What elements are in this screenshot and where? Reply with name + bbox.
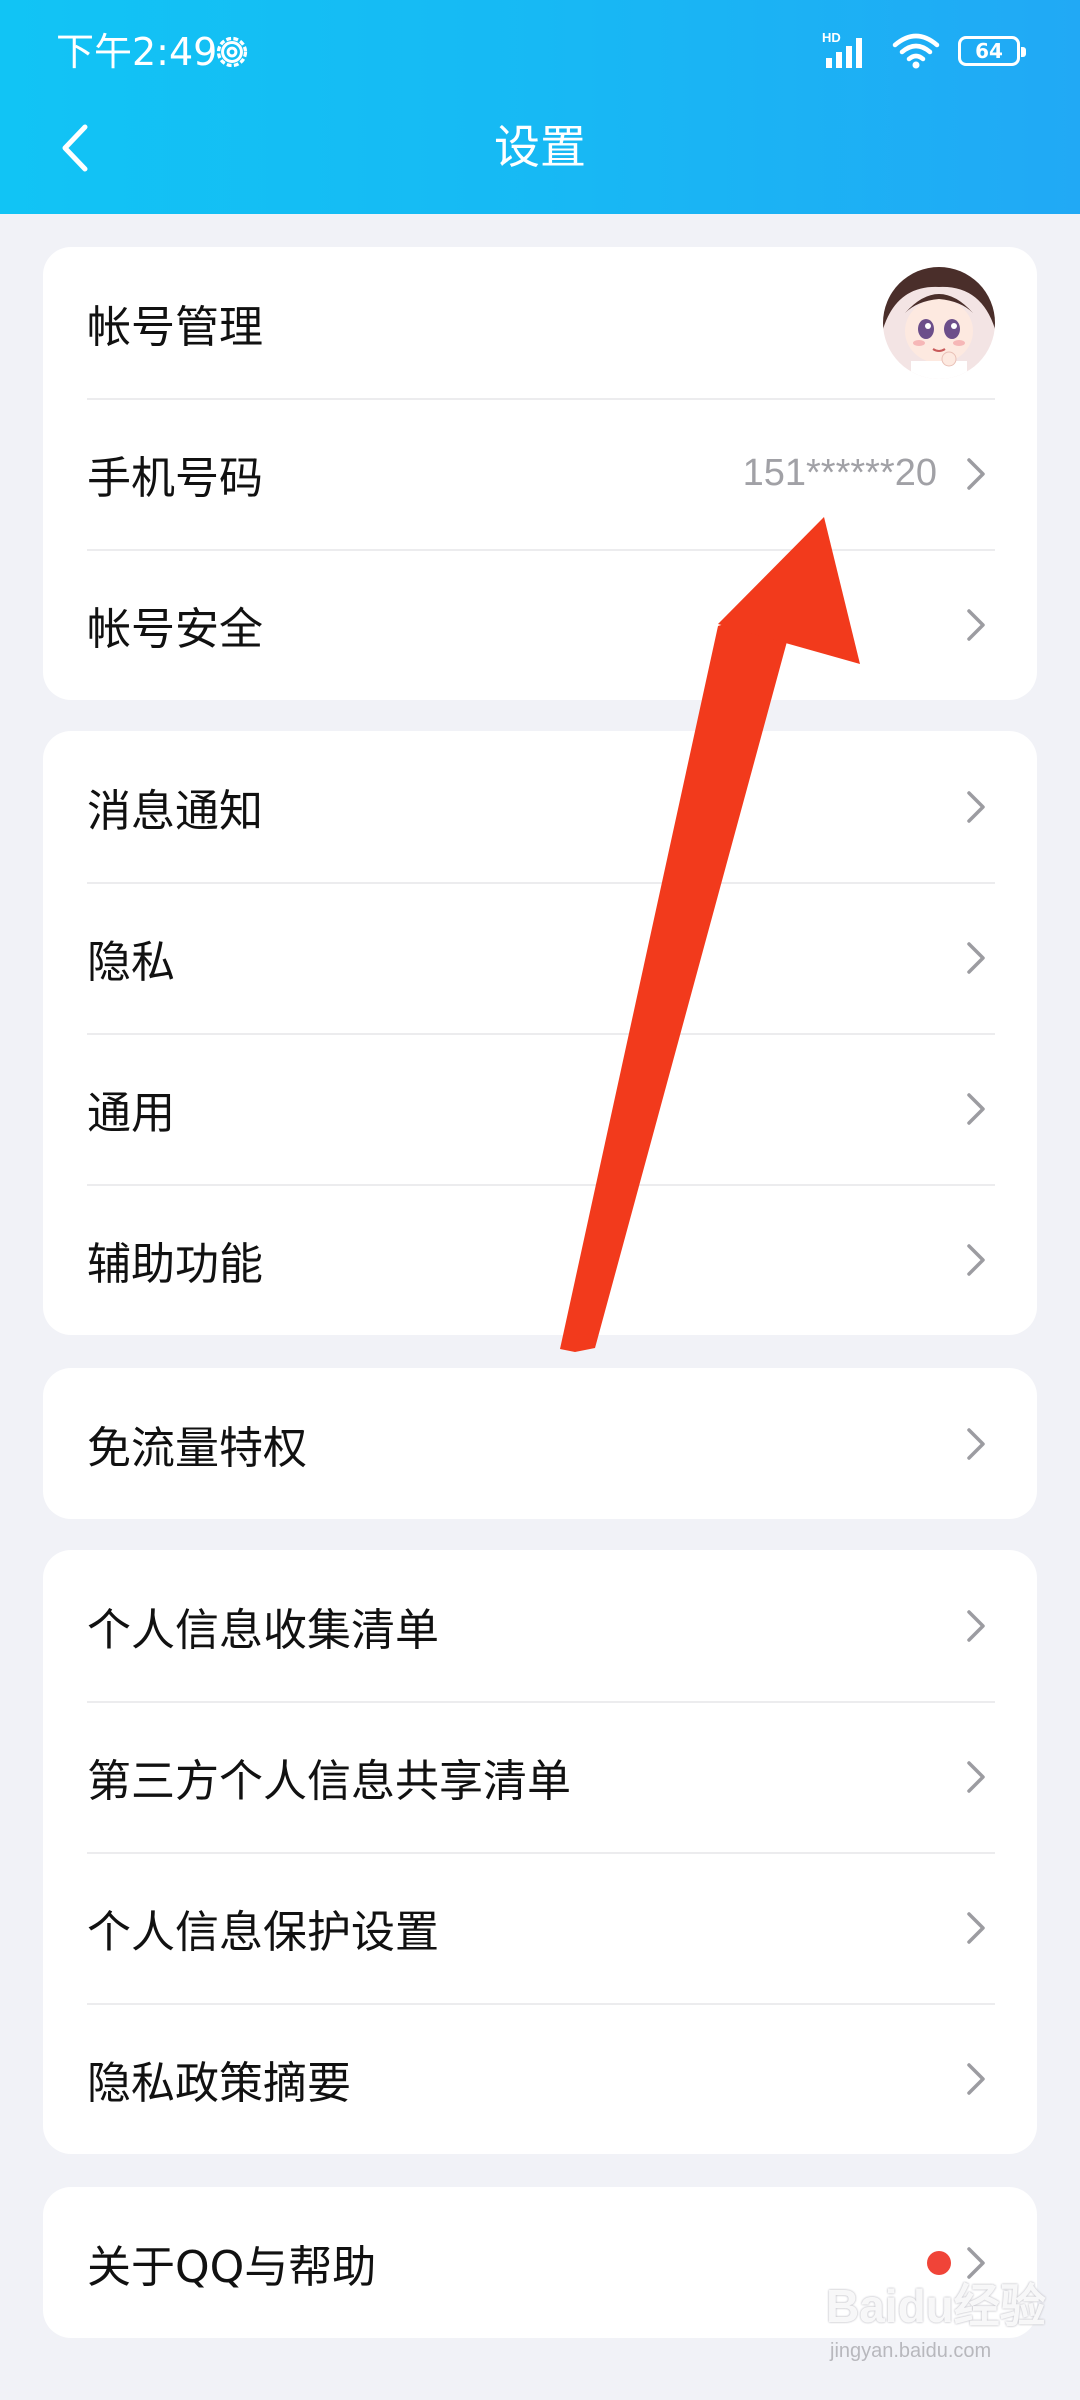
account-group: 帐号管理 手机号码 151******20 帐号安全 [43,247,1037,700]
privacy-row[interactable]: 隐私 [43,882,1037,1033]
general-group: 消息通知 隐私 通用 辅助功能 [43,731,1037,1335]
chevron-right-icon [967,1427,985,1460]
watermark-url: jingyan.baidu.com [830,2340,992,2362]
row-label: 消息通知 [87,785,263,837]
account-management-row[interactable]: 帐号管理 [43,247,1037,398]
row-label: 帐号安全 [87,603,263,655]
personal-info-group: 个人信息收集清单 第三方个人信息共享清单 个人信息保护设置 隐私政策摘要 [43,1550,1037,2154]
row-label: 第三方个人信息共享清单 [87,1755,571,1807]
general-row[interactable]: 通用 [43,1033,1037,1184]
row-label: 帐号管理 [87,301,263,353]
header-bar: 下午2:49 HD 64 设置 [0,0,1080,214]
data-free-group: 免流量特权 [43,1368,1037,1519]
chevron-right-icon [967,1243,985,1276]
privacy-policy-summary-row[interactable]: 隐私政策摘要 [43,2003,1037,2154]
row-label: 隐私政策摘要 [87,2057,351,2109]
wifi-icon [892,33,940,69]
row-label: 辅助功能 [87,1238,263,1290]
chevron-right-icon [967,941,985,974]
chevron-right-icon [967,608,985,641]
avatar[interactable] [883,266,995,379]
chevron-right-icon [967,2062,985,2095]
row-label: 个人信息保护设置 [87,1906,439,1958]
account-security-row[interactable]: 帐号安全 [43,549,1037,700]
chevron-right-icon [967,457,985,490]
battery-level: 64 [975,39,1003,63]
row-label: 通用 [87,1087,175,1139]
phone-number-value: 151******20 [742,452,937,494]
gear-icon [216,36,248,68]
row-label: 隐私 [87,936,175,988]
message-notification-row[interactable]: 消息通知 [43,731,1037,882]
watermark-brand: Baidu经验 [826,2280,1046,2332]
baidu-watermark: Baidu经验 jingyan.baidu.com [826,2262,1056,2382]
accessibility-row[interactable]: 辅助功能 [43,1184,1037,1335]
chevron-right-icon [967,1092,985,1125]
third-party-sharing-row[interactable]: 第三方个人信息共享清单 [43,1701,1037,1852]
chevron-right-icon [967,1609,985,1642]
chevron-right-icon [967,1760,985,1793]
status-indicators: HD 64 [822,26,1026,76]
phone-number-row[interactable]: 手机号码 151******20 [43,398,1037,549]
row-label: 关于QQ与帮助 [87,2241,377,2293]
battery-icon: 64 [958,36,1026,66]
row-label: 免流量特权 [87,1422,307,1474]
row-label: 手机号码 [87,452,263,504]
personal-info-collection-row[interactable]: 个人信息收集清单 [43,1550,1037,1701]
chevron-right-icon [967,1911,985,1944]
signal-icon: HD [822,30,874,72]
status-time: 下午2:49 [56,30,218,74]
personal-info-protection-row[interactable]: 个人信息保护设置 [43,1852,1037,2003]
row-label: 个人信息收集清单 [87,1604,439,1656]
data-free-privilege-row[interactable]: 免流量特权 [43,1368,1037,1519]
page-title: 设置 [494,120,586,174]
chevron-right-icon [967,790,985,823]
